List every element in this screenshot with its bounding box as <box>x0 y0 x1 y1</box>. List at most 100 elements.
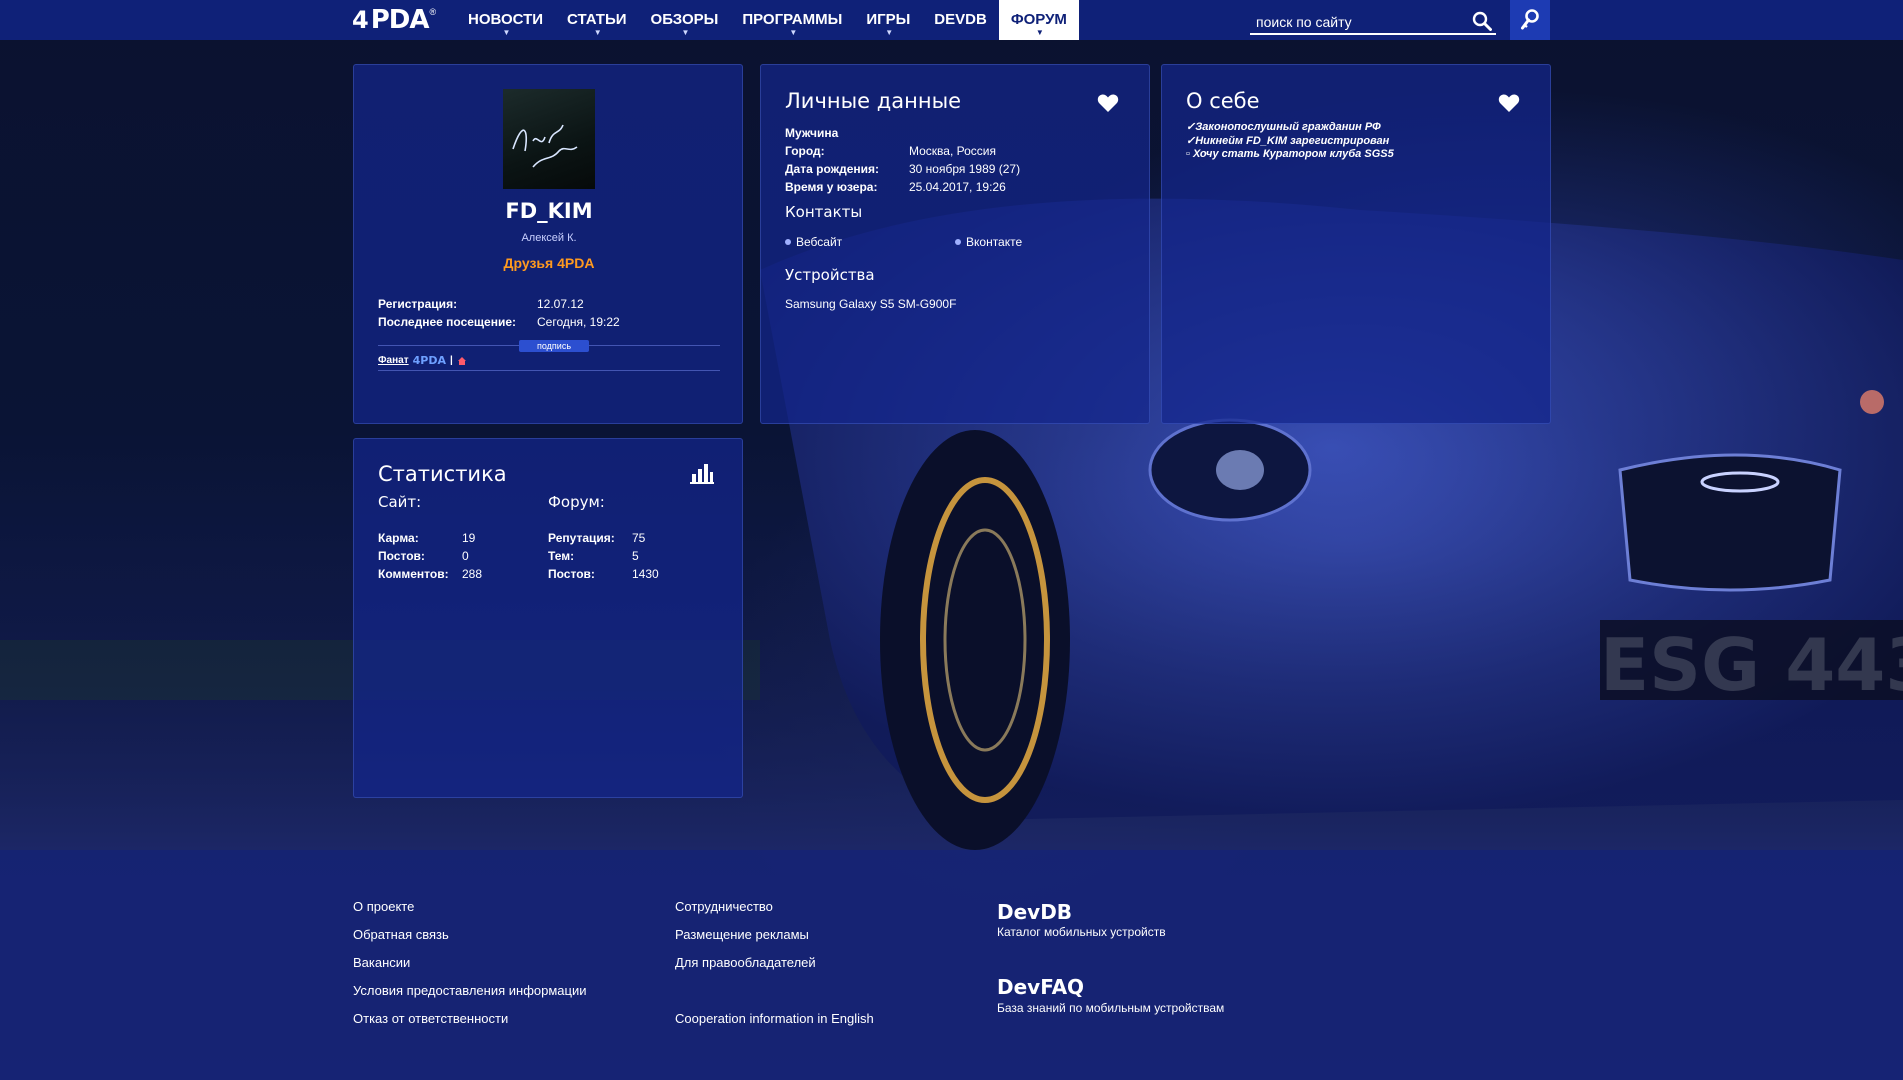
signature-fan-link[interactable]: Фанат <box>378 355 409 366</box>
footer-link-feedback[interactable]: Обратная связь <box>353 927 449 942</box>
footer-link-rightholders[interactable]: Для правообладателей <box>675 955 816 970</box>
stat-label: Постов: <box>548 567 595 581</box>
footer-link-disclaimer[interactable]: Отказ от ответственности <box>353 1011 508 1026</box>
search-icon[interactable] <box>1472 11 1492 31</box>
login-button[interactable] <box>1510 0 1550 40</box>
profile-card: FD_KIM Алексей К. Друзья 4PDA Регистраци… <box>353 64 743 424</box>
chevron-down-icon: ▼ <box>1035 28 1044 37</box>
nav-reviews-label: ОБЗОРЫ <box>650 11 719 28</box>
logo-prefix: 4 <box>352 6 369 34</box>
about-title: О себе <box>1186 89 1260 113</box>
stat-label: Комментов: <box>378 567 449 581</box>
heart-icon[interactable] <box>1498 93 1520 113</box>
nav-reviews[interactable]: ОБЗОРЫ ▼ <box>639 0 731 40</box>
stat-label: Репутация: <box>548 531 615 545</box>
search-input[interactable] <box>1254 11 1468 33</box>
time-value: 25.04.2017, 19:26 <box>909 180 1006 194</box>
footer-link-vacancies[interactable]: Вакансии <box>353 955 410 970</box>
nav-devdb-label: DEVDB <box>934 11 987 28</box>
stat-value: 1430 <box>632 567 659 581</box>
device-item: Samsung Galaxy S5 SM-G900F <box>785 297 957 311</box>
stat-comments: Комментов: 288 <box>378 567 482 581</box>
real-name: Алексей К. <box>521 232 577 244</box>
site-search <box>1250 7 1496 35</box>
footer-devdb-desc: Каталог мобильных устройств <box>997 925 1166 939</box>
stat-label: Тем: <box>548 549 575 563</box>
site-logo[interactable]: 4 PDA ® <box>352 7 436 33</box>
contacts-title: Контакты <box>785 203 863 221</box>
statistics-title: Статистика <box>378 462 507 486</box>
personal-data-title: Личные данные <box>785 89 962 113</box>
chevron-down-icon: ▼ <box>593 28 602 37</box>
nav-forum[interactable]: ФОРУМ ▼ <box>998 0 1079 40</box>
footer-link-terms[interactable]: Условия предоставления информации <box>353 983 587 998</box>
bullet-icon <box>955 239 961 245</box>
bar-chart-icon[interactable] <box>690 462 714 484</box>
footer-link-cooperation[interactable]: Сотрудничество <box>675 899 773 914</box>
signature: Фанат 4PDA | <box>378 354 467 367</box>
divider <box>378 370 720 371</box>
personal-data-card: Личные данные Мужчина Город: Москва, Росс… <box>760 64 1150 424</box>
site-stats-title: Сайт: <box>378 493 422 511</box>
contact-website-link[interactable]: Вебсайт <box>785 235 842 249</box>
about-card: О себе ✓Законопослушный гражданин РФ ✓Ни… <box>1161 64 1551 424</box>
chevron-down-icon: ▼ <box>789 28 798 37</box>
footer-link-advertising[interactable]: Размещение рекламы <box>675 927 809 942</box>
registration-label: Регистрация: <box>378 297 458 311</box>
city-label: Город: <box>785 144 825 158</box>
time-row: Время у юзера: 25.04.2017, 19:26 <box>785 180 1006 194</box>
nav-news-label: НОВОСТИ <box>468 11 544 28</box>
username: FD_KIM <box>505 199 593 223</box>
nav-devdb[interactable]: DEVDB <box>922 0 999 40</box>
contact-website-label: Вебсайт <box>796 235 843 249</box>
nav-games-label: ИГРЫ <box>866 11 911 28</box>
footer-link-cooperation-en[interactable]: Cooperation information in English <box>675 1011 874 1026</box>
home-icon[interactable] <box>457 356 467 366</box>
heart-icon[interactable] <box>1097 93 1119 113</box>
logo-text: PDA <box>370 5 430 35</box>
statistics-card: Статистика Сайт: Форум: Карма: 19 Постов:… <box>353 438 743 798</box>
registration-row: Регистрация: 12.07.12 <box>378 297 584 311</box>
chevron-down-icon: ▼ <box>502 28 511 37</box>
footer-link-about[interactable]: О проекте <box>353 899 414 914</box>
stat-site-posts: Постов: 0 <box>378 549 469 563</box>
stat-karma: Карма: 19 <box>378 531 475 545</box>
key-icon <box>1521 9 1539 30</box>
footer-devfaq-desc: База знаний по мобильным устройствам <box>997 1001 1225 1015</box>
top-navigation-bar: 4 PDA ® НОВОСТИ ▼ СТАТЬИ ▼ ОБЗОРЫ ▼ ПРОГРАМ… <box>0 0 1903 40</box>
stat-value: 19 <box>462 531 476 545</box>
user-group: Друзья 4PDA <box>503 255 595 271</box>
main-nav: НОВОСТИ ▼ СТАТЬИ ▼ ОБЗОРЫ ▼ ПРОГРАММЫ ▼ ИГРЫ… <box>456 0 1079 40</box>
footer-devfaq-link[interactable]: DevFAQ <box>997 975 1084 999</box>
last-visit-label: Последнее посещение: <box>378 315 517 329</box>
gender: Мужчина <box>785 126 909 140</box>
about-line: ▫ Хочу стать Куратором клуба SGS5 <box>1186 148 1394 160</box>
birth-row: Дата рождения: 30 ноября 1989 (27) <box>785 162 1020 176</box>
signature-toggle[interactable]: подпись <box>519 340 589 352</box>
stat-value: 0 <box>462 549 469 563</box>
footer: О проекте Обратная связь Вакансии Услови… <box>0 850 1903 1080</box>
nav-articles[interactable]: СТАТЬИ ▼ <box>555 0 639 40</box>
stat-value: 75 <box>632 531 646 545</box>
about-line: ✓Никнейм FD_KIM зарегистрирован <box>1186 135 1390 147</box>
svg-text:ESG 443: ESG 443 <box>1600 623 1903 707</box>
avatar-image <box>512 124 578 168</box>
nav-programs-label: ПРОГРАММЫ <box>742 11 843 28</box>
stat-value: 5 <box>632 549 639 563</box>
nav-articles-label: СТАТЬИ <box>567 11 627 28</box>
birth-value: 30 ноября 1989 (27) <box>909 162 1021 176</box>
devices-title: Устройства <box>785 266 875 284</box>
stat-value: 288 <box>462 567 483 581</box>
last-visit-value: Сегодня, 19:22 <box>537 315 620 329</box>
contact-vk-link[interactable]: Вконтакте <box>955 235 1022 249</box>
avatar[interactable] <box>503 89 595 189</box>
stat-label: Карма: <box>378 531 419 545</box>
signature-separator: | <box>449 355 453 366</box>
registration-value: 12.07.12 <box>537 297 584 311</box>
stat-label: Постов: <box>378 549 425 563</box>
nav-news[interactable]: НОВОСТИ ▼ <box>456 0 555 40</box>
nav-programs[interactable]: ПРОГРАММЫ ▼ <box>730 0 854 40</box>
nav-games[interactable]: ИГРЫ ▼ <box>854 0 922 40</box>
footer-devdb-link[interactable]: DevDB <box>997 900 1072 924</box>
chevron-down-icon: ▼ <box>885 28 894 37</box>
